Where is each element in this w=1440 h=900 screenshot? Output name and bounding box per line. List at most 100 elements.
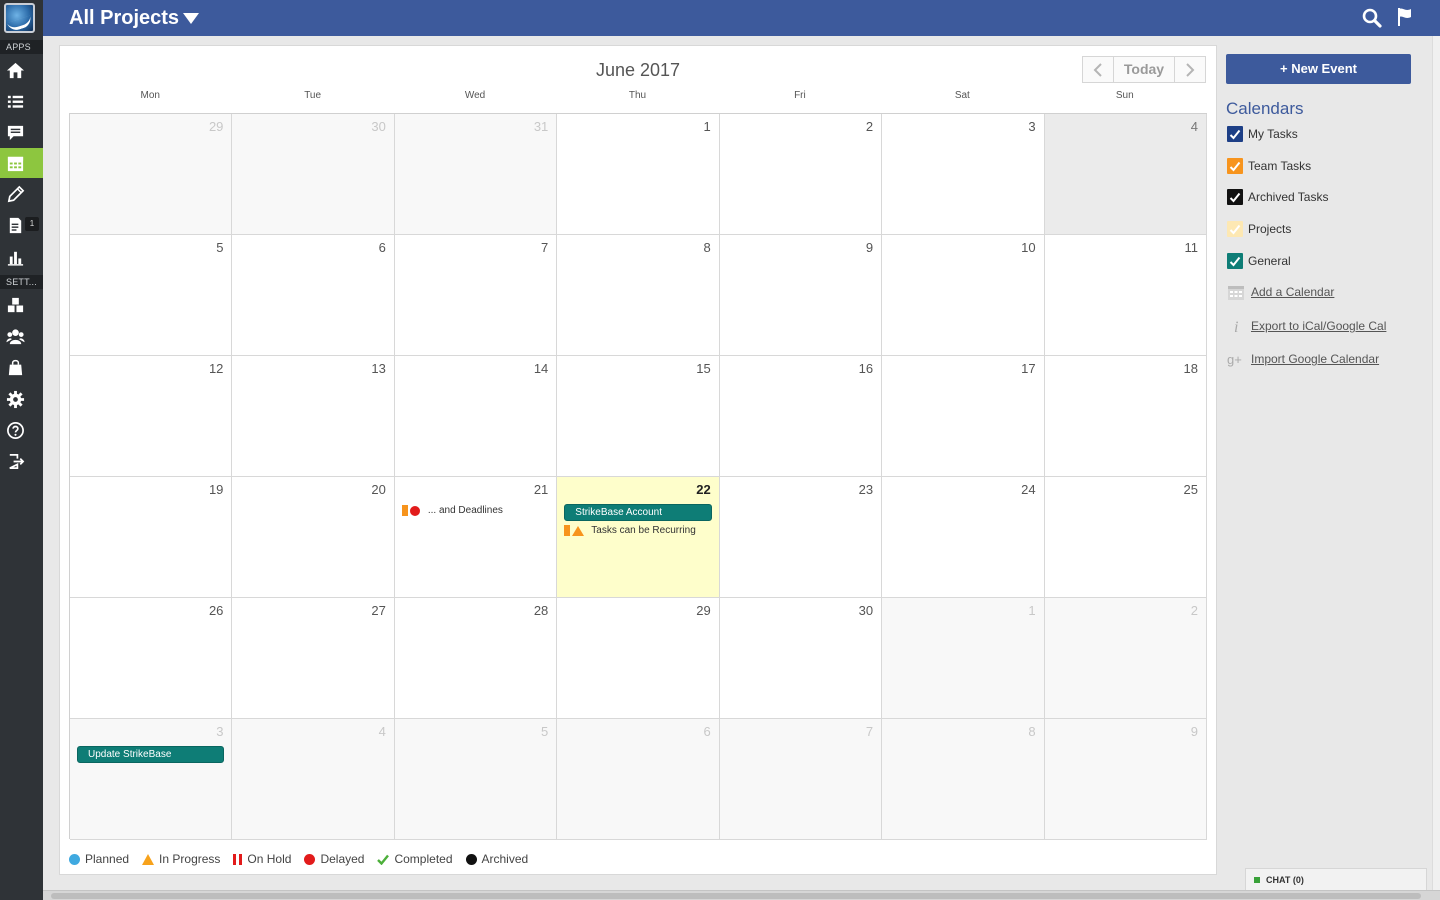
day-cell[interactable]: 29 [70,114,233,235]
day-cell[interactable]: 30 [719,598,883,719]
task-item[interactable]: ... and Deadlines [401,505,503,516]
vertical-scrollbar[interactable] [1432,36,1440,890]
checkbox[interactable] [1227,126,1243,142]
day-number: 18 [1183,361,1198,376]
day-cell[interactable]: 29 [557,598,720,719]
export-calendar-link[interactable]: i Export to iCal/Google Cal [1227,316,1386,336]
sidebar-item-notes[interactable] [0,179,43,209]
day-cell[interactable]: 3 [882,114,1045,235]
day-cell[interactable]: 8 [882,719,1045,840]
add-calendar-link[interactable]: Add a Calendar [1227,282,1334,302]
gear-icon [6,390,25,408]
info-icon: i [1234,319,1238,335]
sidebar-item-reports[interactable]: 1 [0,210,43,240]
today-button[interactable]: Today [1113,57,1175,82]
day-cell[interactable]: 4 [232,719,395,840]
day-number: 21 [533,482,549,497]
day-cell[interactable]: 5 [394,719,558,840]
checkmark-icon [377,854,390,865]
flag-icon[interactable] [1395,6,1415,28]
sidebar-item-logout[interactable] [0,446,43,476]
next-month-button[interactable] [1175,57,1205,82]
calendar-event[interactable]: StrikeBase Account [564,504,712,521]
day-cell[interactable]: 1 [557,114,720,235]
calendar-event[interactable]: Update StrikeBase [77,746,225,763]
day-cell[interactable]: 9 [719,235,883,356]
app-logo[interactable] [4,3,35,33]
import-google-calendar-link[interactable]: g+ Import Google Calendar [1227,349,1379,369]
day-cell[interactable]: 14 [394,356,558,477]
day-cell[interactable]: 25 [1044,477,1207,598]
sidebar-item-calendar[interactable] [0,148,43,178]
day-cell[interactable]: 2 [719,114,883,235]
day-cell[interactable]: 19 [70,477,233,598]
day-cell[interactable]: 10 [882,235,1045,356]
legend-item-archived: Archived [465,852,528,866]
day-cell[interactable]: 3 Update StrikeBase [70,719,233,840]
sidebar-item-messages[interactable] [0,117,43,147]
archived-status-icon [465,853,477,865]
day-cell[interactable]: 6 [232,235,395,356]
legend-label: On Hold [247,852,292,866]
day-cell[interactable]: 11 [1044,235,1207,356]
chat-bar[interactable]: CHAT (0) [1245,868,1427,890]
day-cell[interactable]: 21 ... and Deadlines [394,477,558,598]
sidebar-item-analytics[interactable] [0,242,43,272]
checkbox[interactable] [1227,158,1243,174]
day-cell-today[interactable]: 22 StrikeBase Account Tasks can be Recur… [557,477,720,598]
new-event-button[interactable]: + New Event [1226,54,1411,84]
day-number: 29 [696,603,711,618]
day-cell[interactable]: 15 [557,356,720,477]
day-cell[interactable]: 16 [719,356,883,477]
day-cell[interactable]: 2 [1044,598,1207,719]
search-icon[interactable] [1361,7,1383,29]
day-cell[interactable]: 18 [1044,356,1207,477]
day-cell[interactable]: 13 [232,356,395,477]
checkbox[interactable] [1227,189,1243,205]
checkbox[interactable] [1227,221,1243,237]
day-number: 3 [1028,119,1036,134]
sidebar-item-settings[interactable] [0,384,43,414]
day-cell[interactable]: 28 [394,598,558,719]
day-cell[interactable]: 7 [394,235,558,356]
day-cell[interactable]: 6 [557,719,720,840]
day-cell[interactable]: 27 [232,598,395,719]
day-cell[interactable]: 23 [719,477,883,598]
day-cell[interactable]: 8 [557,235,720,356]
prev-month-button[interactable] [1083,57,1113,82]
sidebar-item-team[interactable] [0,321,43,351]
calendar-toggle-archived-tasks[interactable]: Archived Tasks [1227,188,1328,206]
sidebar-item-tasks[interactable] [0,86,43,116]
day-cell[interactable]: 7 [719,719,883,840]
link-label: Add a Calendar [1251,285,1335,299]
day-number: 23 [858,482,874,497]
day-cell[interactable]: 20 [232,477,395,598]
scrollbar-thumb[interactable] [51,893,1421,899]
sidebar-item-store[interactable] [0,352,43,382]
project-selector-label[interactable]: All Projects [69,5,179,31]
sidebar-item-modules[interactable] [0,290,43,320]
day-cell[interactable]: 24 [882,477,1045,598]
chevron-down-icon[interactable] [183,13,199,24]
horizontal-scrollbar[interactable] [43,890,1440,900]
day-cell[interactable]: 5 [70,235,233,356]
day-cell[interactable]: 31 [394,114,558,235]
task-item[interactable]: Tasks can be Recurring [564,525,696,536]
day-cell[interactable]: 12 [70,356,233,477]
day-number: 24 [1021,482,1036,497]
calendar-toggle-general[interactable]: General [1227,252,1291,270]
checkbox[interactable] [1227,253,1243,269]
weekday-label: Mon [140,90,160,101]
day-cell[interactable]: 4 [1044,114,1207,235]
calendar-toggle-my-tasks[interactable]: My Tasks [1227,125,1298,143]
day-cell[interactable]: 9 [1044,719,1207,840]
day-cell[interactable]: 17 [882,356,1045,477]
day-cell[interactable]: 30 [232,114,395,235]
calendar-toggle-projects[interactable]: Projects [1227,220,1291,238]
day-cell[interactable]: 26 [70,598,233,719]
day-cell[interactable]: 1 [882,598,1045,719]
sidebar-item-help[interactable] [0,415,43,445]
apps-section-label: APPS [0,40,43,54]
sidebar-item-home[interactable] [0,55,43,85]
calendar-toggle-team-tasks[interactable]: Team Tasks [1227,157,1311,175]
